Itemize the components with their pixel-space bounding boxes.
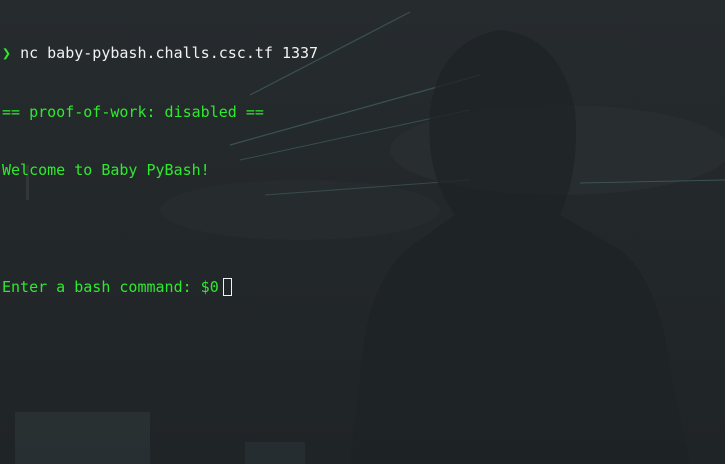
text-cursor[interactable] bbox=[222, 278, 232, 296]
command-line: ❯ nc baby-pybash.challs.csc.tf 1337 bbox=[2, 44, 318, 64]
output-line-welcome: Welcome to Baby PyBash! bbox=[2, 161, 210, 179]
terminal-window[interactable]: ❯ nc baby-pybash.challs.csc.tf 1337 == p… bbox=[0, 0, 725, 464]
input-prompt-line: Enter a bash command: $0 bbox=[2, 278, 318, 298]
prompt-arrow-icon: ❯ bbox=[2, 44, 12, 62]
output-line-pow: == proof-of-work: disabled == bbox=[2, 102, 264, 121]
input-prompt-text: Enter a bash command: $0 bbox=[2, 278, 219, 296]
output-line-blank bbox=[2, 220, 318, 240]
terminal-output: ❯ nc baby-pybash.challs.csc.tf 1337 == p… bbox=[2, 5, 318, 337]
entered-command: nc baby-pybash.challs.csc.tf 1337 bbox=[20, 44, 319, 62]
